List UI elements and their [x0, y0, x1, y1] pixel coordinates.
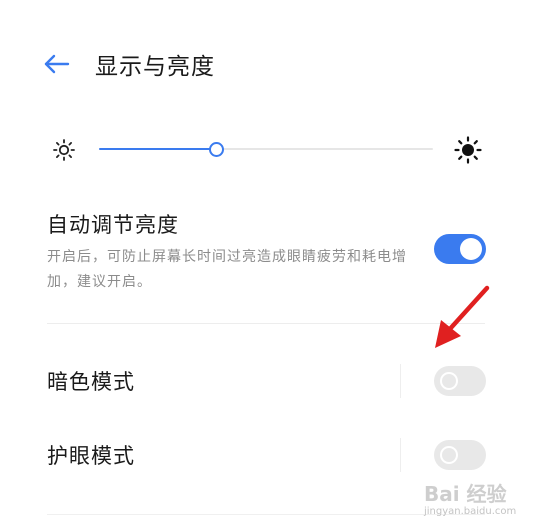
auto-brightness-toggle[interactable] [434, 234, 486, 264]
slider-fill [99, 148, 216, 150]
auto-brightness-description: 开启后，可防止屏幕长时间过亮造成眼睛疲劳和耗电增加，建议开启。 [47, 249, 407, 290]
brightness-slider[interactable] [99, 142, 433, 157]
sun-small-icon [53, 139, 75, 161]
bottom-divider [47, 514, 485, 515]
watermark-text: Bai 经验 [424, 482, 507, 506]
watermark-sub: jingyan.baidu.com [424, 506, 517, 517]
eye-care-label: 护眼模式 [47, 444, 135, 468]
red-arrow-icon [435, 285, 490, 348]
slider-thumb[interactable] [208, 142, 224, 157]
section-divider [47, 323, 485, 324]
toggle-knob [460, 238, 482, 260]
brightness-row [0, 130, 546, 170]
dark-mode-label: 暗色模式 [47, 370, 135, 394]
sun-large-icon [454, 136, 482, 164]
watermark: Bai 经验 jingyan.baidu.com [424, 474, 540, 524]
header: 显示与亮度 [0, 0, 546, 120]
toggle-knob [440, 372, 458, 390]
back-arrow-icon [44, 54, 70, 74]
page-title: 显示与亮度 [95, 54, 215, 80]
back-button[interactable] [40, 48, 72, 80]
row-separator [400, 438, 401, 472]
toggle-knob [440, 446, 458, 464]
row-separator [400, 364, 401, 398]
eye-care-toggle[interactable] [434, 440, 486, 470]
auto-brightness-title: 自动调节亮度 [47, 213, 179, 237]
dark-mode-row[interactable]: 暗色模式 [0, 352, 546, 412]
dark-mode-toggle[interactable] [434, 366, 486, 396]
